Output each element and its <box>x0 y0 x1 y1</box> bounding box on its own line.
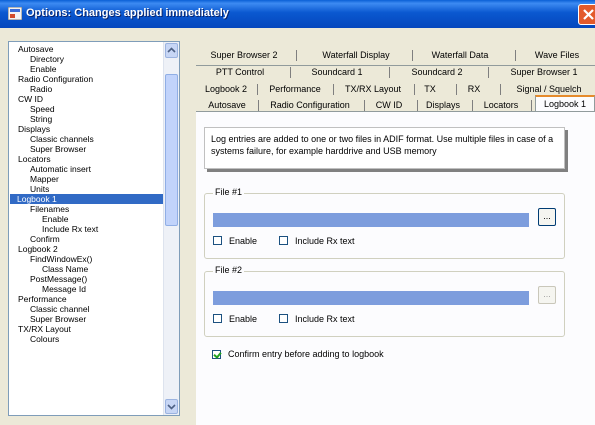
tree-item-displays[interactable]: Displays <box>17 124 51 134</box>
file-1-browse-button[interactable]: ... <box>538 208 556 226</box>
file-1-include-rx-label: Include Rx text <box>295 236 355 246</box>
tab-separator <box>417 100 418 111</box>
file-1-enable-label: Enable <box>229 236 258 246</box>
info-box: Log entries are added to one or two file… <box>204 127 565 169</box>
scroll-up-button[interactable] <box>165 43 178 58</box>
window-title: Options: Changes applied immediately <box>26 7 229 19</box>
tree-item-findwindowex[interactable]: FindWindowEx() <box>29 254 93 264</box>
tab-separator <box>333 84 334 95</box>
tree-item-directory[interactable]: Directory <box>29 54 65 64</box>
tab-waterfall-data[interactable]: Waterfall Data <box>420 49 500 62</box>
file-2-browse-button[interactable]: ... <box>538 286 556 304</box>
tree-item-logbook-1[interactable]: Logbook 1 <box>10 194 164 204</box>
tab-separator <box>500 84 501 95</box>
tab-separator <box>296 50 297 61</box>
tree-item-postmessage[interactable]: PostMessage() <box>29 274 88 284</box>
file-1-group: File #1 ... Enable Include Rx text <box>204 187 565 259</box>
chevron-down-icon <box>167 404 176 410</box>
file-2-legend: File #2 <box>213 265 245 275</box>
title-bar[interactable]: Options: Changes applied immediately <box>0 0 595 28</box>
confirm-entry-label: Confirm entry before adding to logbook <box>228 349 384 359</box>
file-1-include-rx-checkbox[interactable] <box>279 236 288 245</box>
tab-separator <box>389 67 390 78</box>
tab-soundcard-2[interactable]: Soundcard 2 <box>396 66 478 79</box>
tab-separator <box>364 100 365 111</box>
tab-separator <box>488 67 489 78</box>
file-2-include-rx-checkbox[interactable] <box>279 314 288 323</box>
tab-ptt-control[interactable]: PTT Control <box>205 66 275 79</box>
file-2-path-field[interactable] <box>213 291 529 305</box>
file-2-include-rx-label: Include Rx text <box>295 314 355 324</box>
tree-item-message-id[interactable]: Message Id <box>41 284 87 294</box>
close-button[interactable] <box>578 4 595 25</box>
tab-rx[interactable]: RX <box>462 83 486 96</box>
tree-item-cw-id[interactable]: CW ID <box>17 94 44 104</box>
tab-wave-files[interactable]: Wave Files <box>526 49 588 62</box>
options-window: Options: Changes applied immediately Aut… <box>0 0 595 425</box>
tab-separator <box>414 84 415 95</box>
chevron-up-icon <box>167 47 176 53</box>
tab-separator <box>412 50 413 61</box>
tree-item-performance[interactable]: Performance <box>17 294 68 304</box>
tree-item-speed[interactable]: Speed <box>29 104 56 114</box>
tab-super-browser-2[interactable]: Super Browser 2 <box>205 49 283 62</box>
tree-item-confirm[interactable]: Confirm <box>29 234 61 244</box>
tab-logbook-2[interactable]: Logbook 2 <box>199 83 253 96</box>
tree-item-colours[interactable]: Colours <box>29 334 60 344</box>
file-2-group: File #2 ... Enable Include Rx text <box>204 265 565 337</box>
tab-separator <box>515 50 516 61</box>
tree-item-class-name[interactable]: Class Name <box>41 264 89 274</box>
tab-separator <box>531 100 532 111</box>
file-1-legend: File #1 <box>213 187 245 197</box>
tab-separator <box>258 100 259 111</box>
tab-tx[interactable]: TX <box>418 83 442 96</box>
file-2-enable-label: Enable <box>229 314 258 324</box>
tree-item-tx-rx-layout[interactable]: TX/RX Layout <box>17 324 72 334</box>
file-1-enable-checkbox[interactable] <box>213 236 222 245</box>
tree-item-filenames[interactable]: Filenames <box>29 204 70 214</box>
tab-separator <box>472 100 473 111</box>
tree-item-string[interactable]: String <box>29 114 53 124</box>
tree-item-units[interactable]: Units <box>29 184 50 194</box>
tree-item-mapper[interactable]: Mapper <box>29 174 60 184</box>
options-tree[interactable]: Autosave Directory Enable Radio Configur… <box>8 41 180 416</box>
scroll-down-button[interactable] <box>165 399 178 414</box>
tree-item-locators[interactable]: Locators <box>17 154 52 164</box>
tree-item-radio-configuration[interactable]: Radio Configuration <box>17 74 94 84</box>
tree-item-automatic-insert[interactable]: Automatic insert <box>29 164 92 174</box>
close-icon <box>583 9 594 20</box>
tab-performance[interactable]: Performance <box>262 83 328 96</box>
tab-separator <box>257 84 258 95</box>
tab-super-browser-1[interactable]: Super Browser 1 <box>496 66 592 79</box>
tree-item-super-browser[interactable]: Super Browser <box>29 144 87 154</box>
tree-item-autosave-enable[interactable]: Enable <box>29 64 57 74</box>
confirm-entry-checkbox[interactable] <box>212 350 221 359</box>
tab-logbook-1[interactable]: Logbook 1 <box>535 95 595 111</box>
tree-item-radio[interactable]: Radio <box>29 84 53 94</box>
app-icon <box>8 7 22 20</box>
tree-item-logbook-enable[interactable]: Enable <box>41 214 69 224</box>
tab-tx-rx-layout[interactable]: TX/RX Layout <box>338 83 408 96</box>
file-2-enable-checkbox[interactable] <box>213 314 222 323</box>
scroll-thumb[interactable] <box>165 74 178 226</box>
tree-item-classic-channels[interactable]: Classic channels <box>29 134 95 144</box>
tab-separator <box>290 67 291 78</box>
file-1-path-field[interactable] <box>213 213 529 227</box>
tree-item-classic-channel[interactable]: Classic channel <box>29 304 91 314</box>
tab-soundcard-1[interactable]: Soundcard 1 <box>296 66 378 79</box>
tree-item-logbook-2[interactable]: Logbook 2 <box>17 244 59 254</box>
tree-scrollbar[interactable] <box>163 42 179 415</box>
tab-waterfall-display[interactable]: Waterfall Display <box>311 49 401 62</box>
tab-separator <box>456 84 457 95</box>
tree-item-performance-super-browser[interactable]: Super Browser <box>29 314 87 324</box>
tree-item-autosave[interactable]: Autosave <box>17 44 54 54</box>
tree-item-include-rx-text[interactable]: Include Rx text <box>41 224 99 234</box>
